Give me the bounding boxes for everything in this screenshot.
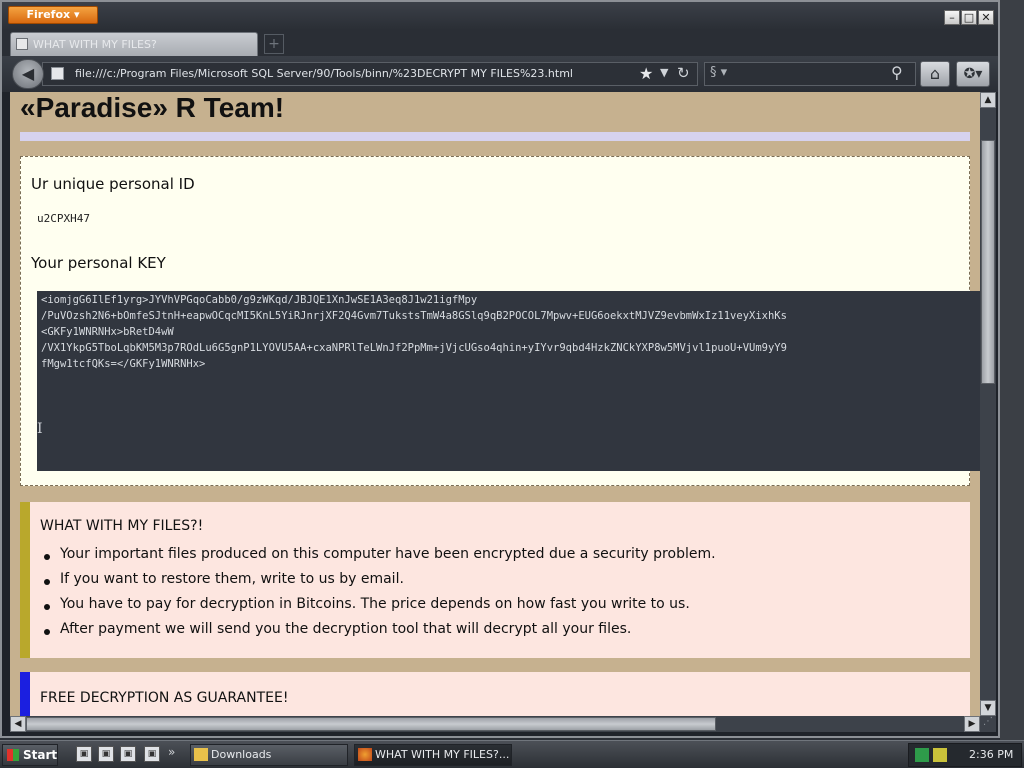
system-tray: 2:36 PM (908, 743, 1022, 767)
quick-launch-icon[interactable]: ▣ (98, 746, 114, 762)
firefox-menu-label: Firefox (26, 8, 71, 21)
bullet-icon (44, 629, 50, 635)
page-icon (51, 67, 64, 80)
tab-title: WHAT WITH MY FILES? (33, 38, 157, 51)
security-icon[interactable] (933, 748, 947, 762)
search-bar[interactable]: § ▾ ⚲ (704, 62, 916, 86)
personal-key-heading: Your personal KEY (31, 254, 166, 272)
url-bar[interactable]: file:///c:/Program Files/Microsoft SQL S… (42, 62, 698, 86)
files-notice-heading: WHAT WITH MY FILES?! (40, 518, 204, 534)
taskbar-item-label: Downloads (211, 748, 272, 761)
home-button[interactable]: ⌂ (920, 61, 950, 87)
taskbar-item-firefox[interactable]: WHAT WITH MY FILES?... (354, 744, 512, 766)
resize-grip-icon[interactable]: ⋰ (980, 716, 996, 732)
guarantee-heading: FREE DECRYPTION AS GUARANTEE! (40, 690, 289, 706)
text-cursor-icon: I (37, 421, 43, 437)
search-magnifier-icon[interactable]: ⚲ (891, 63, 903, 82)
network-icon[interactable] (915, 748, 929, 762)
page-icon (16, 38, 28, 50)
dropdown-icon[interactable]: ▼ (660, 66, 668, 79)
back-button[interactable]: ◀ (12, 59, 44, 89)
horizontal-scroll-thumb[interactable] (26, 717, 716, 731)
browser-window: Firefox ▾ – □ ✕ WHAT WITH MY FILES? + fi… (0, 0, 1000, 738)
start-label: Start (23, 748, 58, 762)
reload-icon[interactable]: ↻ (677, 64, 690, 82)
back-arrow-icon: ◀ (21, 64, 35, 83)
windows-logo-icon (7, 749, 19, 761)
quick-launch-icon[interactable]: ▣ (144, 746, 160, 762)
list-item: Your important files produced on this co… (60, 546, 716, 562)
minimize-button[interactable]: – (944, 10, 960, 25)
key-line: /PuVOzsh2N6+bOmfeSJtnH+eapwOCqcMI5KnL5Yi… (41, 310, 787, 322)
scroll-left-arrow-icon[interactable]: ◀ (10, 716, 26, 732)
firefox-icon (358, 748, 372, 761)
close-button[interactable]: ✕ (978, 10, 994, 25)
scroll-down-arrow-icon[interactable]: ▼ (980, 700, 996, 716)
title-divider (20, 132, 970, 141)
vertical-scroll-thumb[interactable] (981, 140, 995, 384)
guarantee-notice-panel: FREE DECRYPTION AS GUARANTEE! (20, 672, 970, 716)
horizontal-scrollbar[interactable]: ◀ ▶ (10, 716, 980, 732)
bullet-icon (44, 554, 50, 560)
list-item: You have to pay for decryption in Bitcoi… (60, 596, 690, 612)
desktop-background (1000, 0, 1024, 740)
url-text[interactable]: file:///c:/Program Files/Microsoft SQL S… (75, 67, 573, 80)
taskbar-item-label: WHAT WITH MY FILES?... (375, 748, 510, 761)
quick-launch-icon[interactable]: ▣ (120, 746, 136, 762)
start-button[interactable]: Start (2, 744, 58, 766)
taskbar-item-downloads[interactable]: Downloads (190, 744, 348, 766)
clock[interactable]: 2:36 PM (969, 748, 1013, 761)
new-tab-button[interactable]: + (264, 34, 284, 54)
quick-launch-more-icon[interactable]: » (168, 745, 175, 759)
bullet-icon (44, 579, 50, 585)
bullet-icon (44, 604, 50, 610)
scroll-right-arrow-icon[interactable]: ▶ (964, 716, 980, 732)
maximize-button[interactable]: □ (961, 10, 977, 25)
personal-key-textbox[interactable]: <iomjgG6IlEf1yrg>JYVhVPGqoCabb0/g9zWKqd/… (37, 291, 980, 471)
key-line: fMgw1tcfQKs=</GKFy1WNRNHx> (41, 358, 206, 370)
bookmarks-icon: ✪▾ (963, 66, 983, 82)
bookmarks-button[interactable]: ✪▾ (956, 61, 990, 87)
key-line: <GKFy1WNRNHx>bRetD4wW (41, 326, 174, 338)
bookmark-star-icon[interactable]: ★ (639, 64, 653, 83)
folder-icon (194, 748, 208, 761)
page-content[interactable]: «Paradise» R Team! Ur unique personal ID… (10, 92, 980, 716)
personal-id-heading: Ur unique personal ID (31, 175, 195, 193)
title-bar: Firefox ▾ – □ ✕ (2, 2, 998, 30)
key-line: <iomjgG6IlEf1yrg>JYVhVPGqoCabb0/g9zWKqd/… (41, 294, 478, 306)
key-line: /VX1YkpG5TboLqbKM5M3p7ROdLu6G5gnP1LYOVU5… (41, 342, 787, 354)
list-item: If you want to restore them, write to us… (60, 571, 404, 587)
tab-strip: WHAT WITH MY FILES? + (2, 30, 998, 56)
navigation-toolbar: file:///c:/Program Files/Microsoft SQL S… (2, 56, 998, 92)
tab-active[interactable]: WHAT WITH MY FILES? (10, 32, 258, 56)
personal-id-value[interactable]: u2CPXH47 (37, 212, 90, 225)
scroll-up-arrow-icon[interactable]: ▲ (980, 92, 996, 108)
vertical-scrollbar[interactable]: ▲ ▼ (980, 92, 996, 716)
files-notice-panel: WHAT WITH MY FILES?! Your important file… (20, 502, 970, 658)
home-icon: ⌂ (929, 64, 941, 83)
personal-id-panel: Ur unique personal ID u2CPXH47 Your pers… (20, 156, 980, 486)
firefox-menu-button[interactable]: Firefox ▾ (8, 6, 98, 24)
list-item: After payment we will send you the decry… (60, 621, 632, 637)
quick-launch-icon[interactable]: ▣ (76, 746, 92, 762)
search-engine-icon[interactable]: § ▾ (710, 65, 727, 80)
taskbar: Start ▣ ▣ ▣ ▣ » Downloads WHAT WITH MY F… (0, 740, 1024, 768)
page-title: «Paradise» R Team! (20, 92, 285, 123)
